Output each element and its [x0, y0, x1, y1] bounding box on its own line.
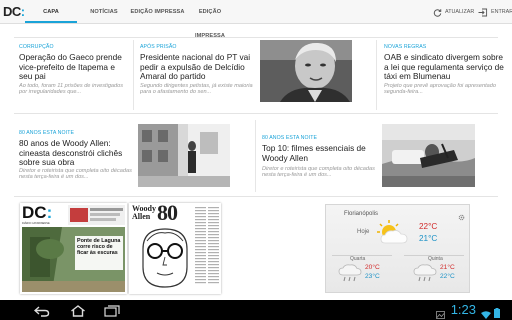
status-clock[interactable]: 1:23	[451, 301, 476, 319]
cover-title: Woody Allen	[132, 204, 157, 221]
divider	[255, 120, 256, 192]
battery-icon	[494, 305, 500, 320]
forecast-day-label: Quarta	[350, 256, 366, 262]
article-headline: OAB e sindicato divergem sobre a lei que…	[384, 52, 504, 82]
system-navigation-bar: 1:23	[0, 300, 512, 320]
weather-today-label: Hoje	[357, 229, 370, 235]
home-icon	[71, 305, 85, 317]
home-button[interactable]	[70, 304, 86, 320]
wifi-icon	[481, 306, 491, 320]
article-headline: Presidente nacional do PT vai pedir a ex…	[140, 52, 251, 82]
back-icon	[33, 306, 50, 317]
login-label: ENTRAR	[491, 9, 512, 15]
weather-today-temps: 22°C 21°C	[419, 222, 437, 244]
tab-capa[interactable]: CAPA	[25, 0, 77, 23]
settings-button[interactable]	[458, 208, 465, 226]
divider	[14, 37, 498, 38]
divider	[376, 40, 377, 110]
article-headline: Top 10: filmes essenciais de Woody Allen	[262, 143, 366, 163]
article-photo	[260, 40, 352, 102]
weather-today-max: 22°C	[419, 222, 438, 231]
weather-city: Florianópolis	[344, 211, 379, 217]
forecast-temps: 20°C 23°C	[365, 263, 380, 281]
cover-text-columns	[195, 205, 219, 291]
article-photo	[138, 124, 230, 187]
cover-top-banner	[68, 205, 125, 225]
divider	[133, 40, 134, 110]
weather-widget[interactable]: Florianópolis Hoje 22°C 21°C Quarta 20°C…	[325, 204, 470, 293]
cover-headline: Ponte de Laguna corre risco de ficar às …	[77, 238, 121, 256]
article-lead: Diretor e roteirista que completa oito d…	[19, 168, 132, 181]
article-kicker: 80 ANOS ESTA NOITE	[262, 135, 318, 141]
article-headline: Operação do Gaeco prende vice-prefeito d…	[19, 52, 122, 82]
weather-today-min: 21°C	[419, 234, 438, 243]
sun-cloud-icon	[375, 219, 411, 250]
app-root: DC: CAPA NOTÍCIAS EDIÇÃO IMPRESSA EDIÇÃO…	[0, 0, 512, 320]
tab-edicao-impressa-2[interactable]: EDIÇÃO IMPRESSA	[184, 0, 236, 39]
gear-icon	[458, 214, 465, 221]
cover-big-number: 80	[157, 203, 178, 225]
rain-cloud-icon	[338, 264, 362, 289]
top-bar: DC: CAPA NOTÍCIAS EDIÇÃO IMPRESSA EDIÇÃO…	[0, 0, 512, 39]
forecast-temps: 21°C 22°C	[440, 263, 455, 281]
article-lead: Diretor e roteirista que completa oito d…	[262, 166, 375, 179]
tab-label: EDIÇÃO IMPRESSA	[130, 9, 185, 15]
back-button[interactable]	[33, 304, 50, 320]
recent-apps-button[interactable]	[104, 304, 120, 320]
refresh-label: ATUALIZAR	[445, 9, 475, 15]
tab-noticias[interactable]: NOTÍCIAS	[84, 0, 124, 23]
article-lead: Ao todo, foram 11 prisões de investigado…	[19, 83, 124, 96]
article-kicker: APÓS PRISÃO	[140, 44, 177, 50]
cover-illustration	[135, 227, 195, 291]
cover-masthead: DC:	[22, 203, 53, 222]
forecast-min: 23°C	[365, 273, 380, 280]
divider	[14, 196, 498, 197]
article-headline: 80 anos de Woody Allen: cineasta descons…	[19, 138, 123, 168]
article-kicker: 80 ANOS ESTA NOITE	[19, 130, 75, 136]
forecast-day-label: Quinta	[428, 256, 443, 262]
refresh-icon	[433, 8, 442, 17]
article-kicker: NOVAS REGRAS	[384, 44, 427, 50]
tab-label: NOTÍCIAS	[90, 9, 118, 15]
article-lead: Segundo dirigentes petistas, já existe m…	[140, 83, 253, 96]
forecast-max: 20°C	[365, 264, 380, 271]
gallery-notification-icon[interactable]	[436, 306, 445, 320]
divider	[14, 113, 498, 114]
article-kicker: CORRUPÇÃO	[19, 44, 54, 50]
newspaper-cover[interactable]: DC: DIÁRIO CATARINENSE Ponte de Laguna c…	[20, 203, 127, 294]
article-lead: Projeto que prevê aprovação foi apresent…	[384, 83, 496, 96]
cover-subtitle: DIÁRIO CATARINENSE	[22, 222, 50, 225]
forecast-max: 21°C	[440, 264, 455, 271]
cover-headline-box: Ponte de Laguna corre risco de ficar às …	[75, 236, 123, 270]
tab-label: EDIÇÃO IMPRESSA	[194, 9, 226, 39]
recent-apps-icon	[104, 305, 120, 317]
article-photo	[382, 124, 475, 187]
app-logo[interactable]: DC:	[3, 3, 25, 21]
tab-label: CAPA	[43, 9, 59, 15]
tab-edicao-impressa[interactable]: EDIÇÃO IMPRESSA	[130, 0, 185, 23]
login-icon	[478, 8, 488, 16]
rain-cloud-icon	[413, 264, 437, 289]
refresh-button[interactable]: ATUALIZAR	[433, 5, 474, 19]
login-button[interactable]: ENTRAR	[478, 5, 512, 19]
magazine-cover[interactable]: Woody Allen 80	[129, 203, 221, 294]
forecast-min: 22°C	[440, 273, 455, 280]
